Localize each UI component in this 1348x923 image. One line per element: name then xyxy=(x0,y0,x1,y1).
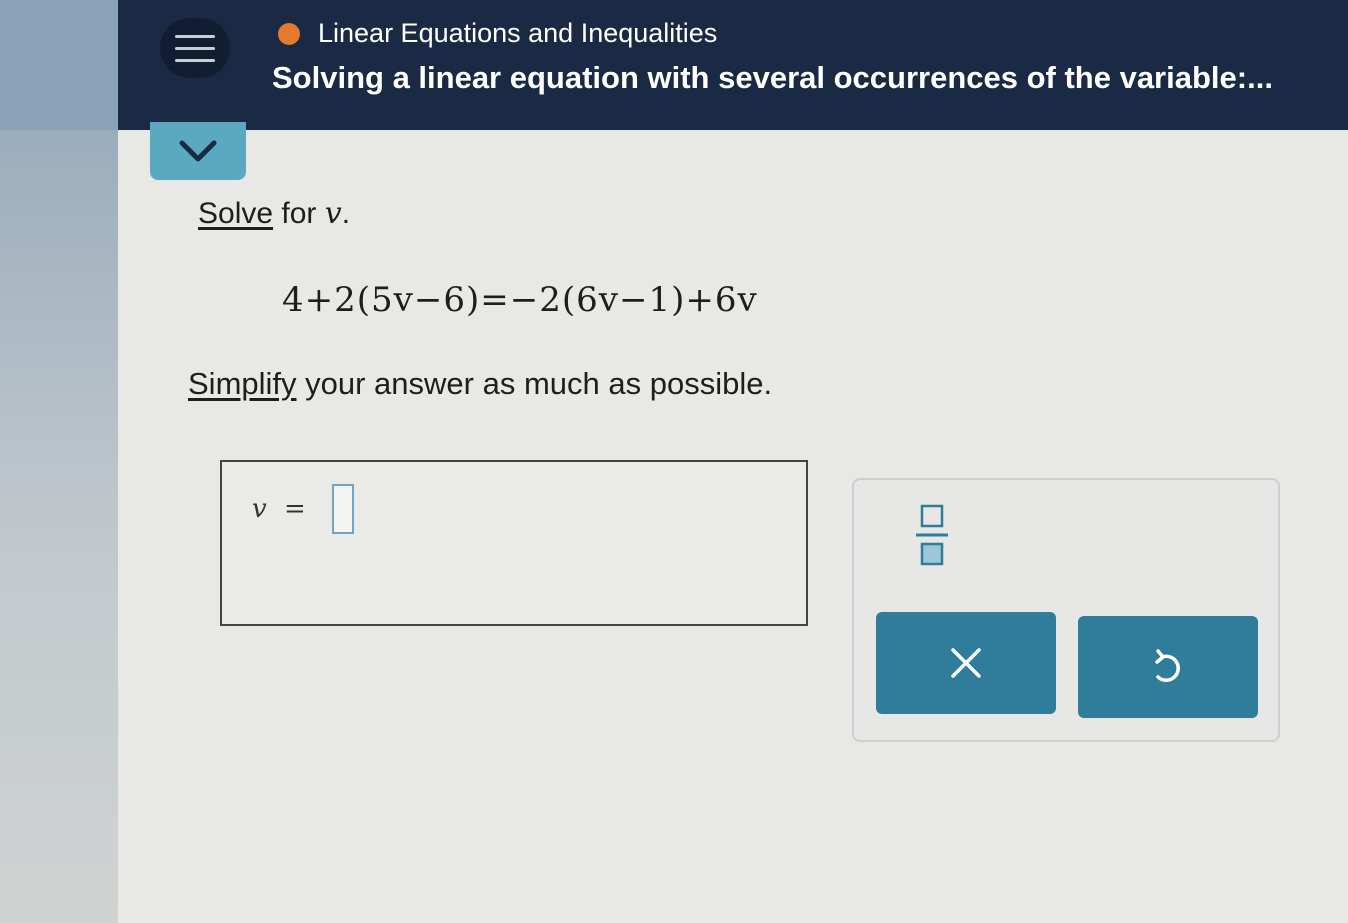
collapse-toggle[interactable] xyxy=(150,122,246,180)
instruction-simplify: Simplify your answer as much as possible… xyxy=(188,366,772,402)
menu-icon xyxy=(175,34,215,38)
answer-equals: = xyxy=(284,494,306,524)
answer-box[interactable]: v = xyxy=(220,460,808,626)
solve-variable: v xyxy=(324,196,342,231)
topic-title: Linear Equations and Inequalities xyxy=(318,18,718,48)
close-icon xyxy=(951,648,981,678)
solve-link[interactable]: Solve xyxy=(198,197,273,230)
undo-button[interactable] xyxy=(1078,616,1258,718)
keypad-panel xyxy=(852,478,1280,742)
photo-edge-top xyxy=(0,0,118,130)
answer-variable: v xyxy=(252,494,267,524)
simplify-text: your answer as much as possible. xyxy=(305,366,773,401)
solve-period: . xyxy=(341,197,351,230)
topic-status-icon xyxy=(278,23,300,45)
simplify-link[interactable]: Simplify xyxy=(188,366,297,401)
clear-button[interactable] xyxy=(876,612,1056,714)
solve-text: for xyxy=(281,197,317,230)
equation: 4+2(5v−6)=−2(6v−1)+6v xyxy=(282,280,758,320)
page-title: Solving a linear equation with several o… xyxy=(272,60,1273,95)
undo-icon xyxy=(1155,649,1180,682)
answer-input[interactable] xyxy=(332,484,354,534)
fraction-button[interactable] xyxy=(912,500,952,570)
menu-icon-bar xyxy=(175,46,215,50)
menu-button[interactable] xyxy=(160,18,230,78)
photo-edge xyxy=(0,0,118,923)
fraction-icon xyxy=(916,504,948,566)
chevron-down-icon xyxy=(179,140,217,162)
instruction-solve: Solve for v. xyxy=(198,196,350,231)
menu-icon-bar xyxy=(175,58,215,62)
